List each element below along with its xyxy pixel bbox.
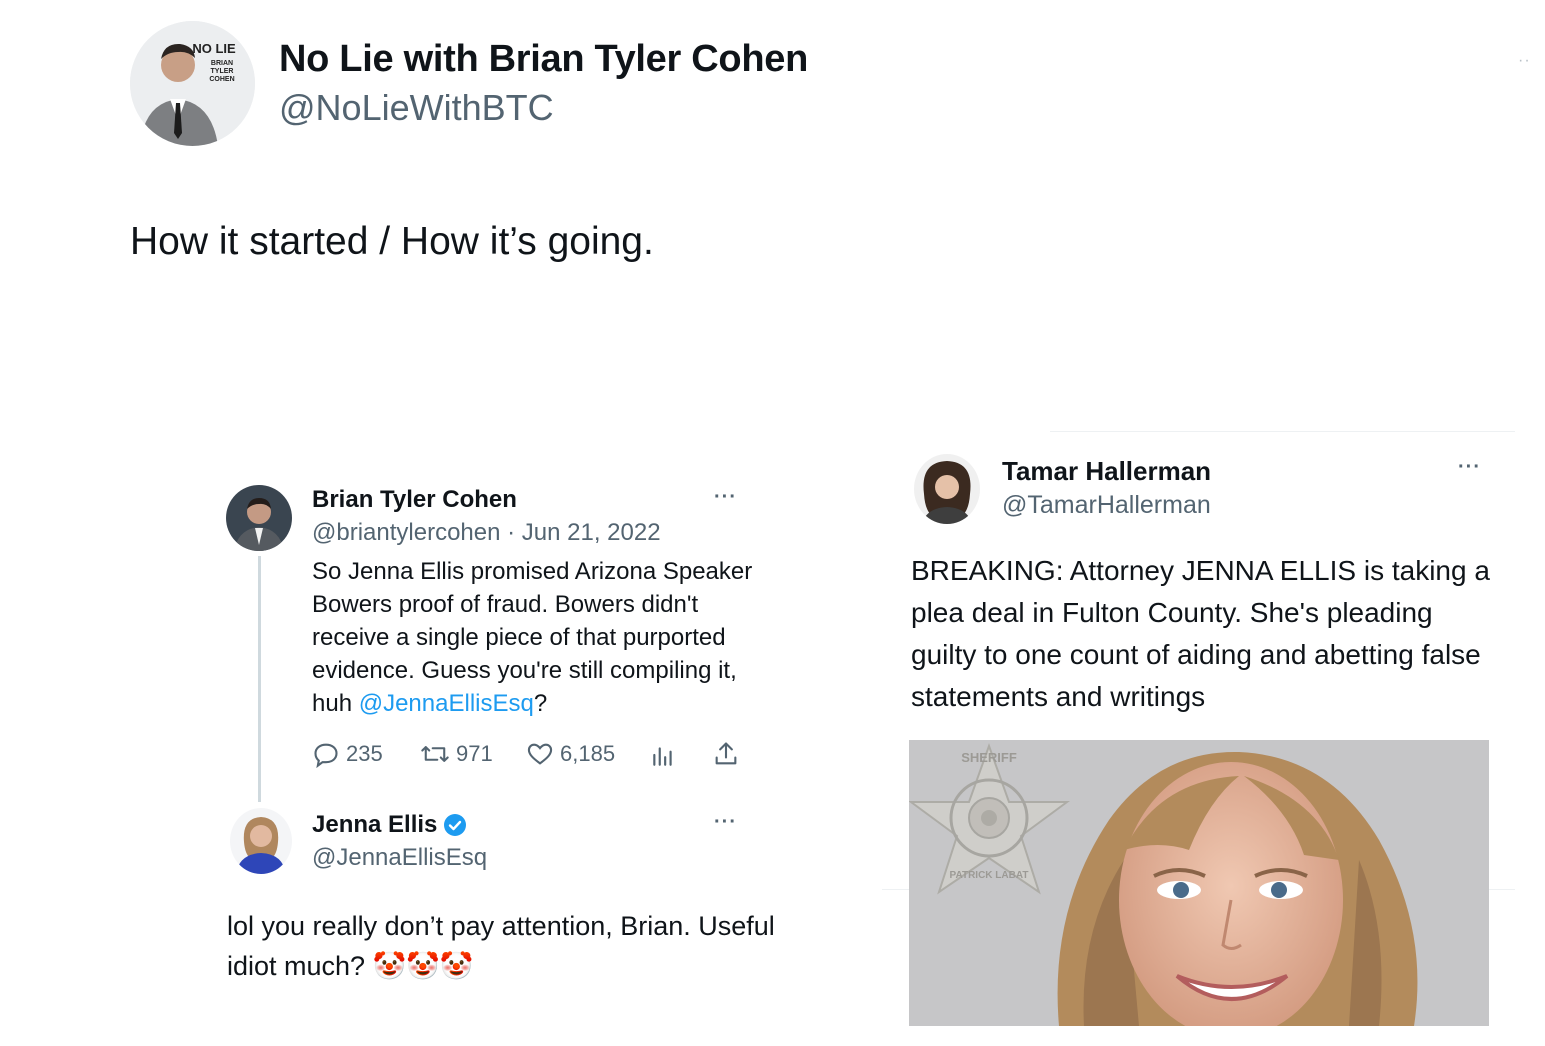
- svg-text:BRIAN: BRIAN: [211, 60, 233, 67]
- retweet-count: 971: [456, 741, 493, 766]
- breaking-tweet-body: BREAKING: Attorney JENNA ELLIS is taking…: [911, 555, 1490, 712]
- tweet-text: How it started / How it’s going.: [130, 220, 654, 263]
- more-icon[interactable]: ··: [1518, 52, 1531, 70]
- retweet-icon: [421, 746, 449, 762]
- like-icon: [527, 743, 553, 765]
- svg-text:COHEN: COHEN: [209, 76, 234, 83]
- reply-author-name-text: Jenna Ellis: [312, 811, 438, 838]
- author-name[interactable]: No Lie with Brian Tyler Cohen: [279, 38, 808, 81]
- avatar-logo-text: NO LIE: [192, 41, 236, 56]
- breaking-author-name: Tamar Hallerman: [1002, 456, 1212, 486]
- mugshot-photo: SHERIFF PATRICK LABAT: [909, 740, 1489, 1026]
- author-handle[interactable]: @NoLieWithBTC: [279, 87, 554, 129]
- like-count: 6,185: [560, 741, 616, 766]
- svg-text:PATRICK LABAT: PATRICK LABAT: [950, 870, 1029, 881]
- author-avatar[interactable]: NO LIE BRIAN TYLER COHEN: [130, 21, 255, 146]
- tamar-avatar: [914, 454, 980, 524]
- quoted-author-name: Brian Tyler Cohen: [312, 486, 517, 513]
- more-icon: ···: [714, 811, 737, 833]
- share-icon: [712, 740, 740, 768]
- reply-count: 235: [346, 741, 383, 766]
- reply-action: 235: [312, 740, 383, 768]
- brian-avatar: [226, 485, 292, 551]
- more-icon: ···: [1458, 456, 1481, 478]
- svg-text:TYLER: TYLER: [211, 68, 234, 75]
- quoted-tweet-text-end: ?: [533, 690, 548, 717]
- retweet-action: 971: [420, 740, 493, 768]
- divider: [882, 889, 909, 890]
- like-action: 6,185: [526, 740, 615, 768]
- reply-icon: [314, 743, 338, 768]
- reply-body: lol you really don’t pay attention, Bria…: [227, 911, 775, 981]
- analytics-icon: [650, 742, 676, 768]
- reply-author-name: Jenna Ellis: [312, 811, 467, 839]
- divider: [1050, 431, 1515, 432]
- divider: [1489, 889, 1515, 890]
- more-icon: ···: [714, 486, 737, 508]
- thread-connector: [258, 556, 261, 802]
- verified-icon: [444, 814, 467, 836]
- quoted-author-meta: @briantylercohen · Jun 21, 2022: [312, 519, 661, 546]
- mention-link: @JennaEllisEsq: [358, 690, 534, 717]
- jenna-avatar: [230, 808, 292, 874]
- svg-text:SHERIFF: SHERIFF: [961, 750, 1017, 765]
- quoted-tweet-body: So Jenna Ellis promised Arizona Speaker …: [312, 555, 762, 720]
- reply-author-handle: @JennaEllisEsq: [312, 844, 488, 871]
- breaking-author-handle: @TamarHallerman: [1002, 491, 1211, 519]
